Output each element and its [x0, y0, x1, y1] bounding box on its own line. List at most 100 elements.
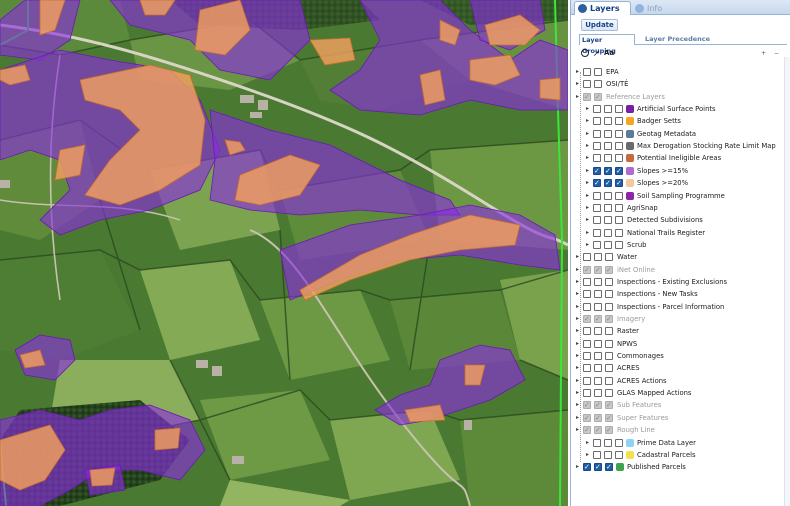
expander-icon[interactable]: ▸	[576, 353, 580, 359]
layer-row[interactable]: ▸ Inspections - Existing Exclusions	[571, 277, 786, 287]
layer-row[interactable]: ▸ GLAS Mapped Actions	[571, 388, 786, 398]
layer-row[interactable]: ▸ Prime Data Layer	[571, 438, 786, 448]
layer-checkbox[interactable]	[615, 228, 623, 237]
expander-icon[interactable]: ▸	[586, 241, 590, 247]
expander-icon[interactable]: ▸	[576, 291, 580, 297]
tab-layers[interactable]: Layers	[574, 1, 631, 15]
layer-checkbox[interactable]	[594, 364, 602, 373]
layer-checkbox[interactable]	[615, 216, 623, 225]
expander-icon[interactable]: ▸	[586, 451, 590, 457]
layer-row[interactable]: ▸ Commonages	[571, 351, 786, 361]
layer-checkbox[interactable]	[583, 339, 591, 348]
layer-checkbox[interactable]	[615, 178, 623, 188]
layer-checkbox[interactable]	[604, 438, 612, 447]
expander-icon[interactable]: ▸	[586, 229, 590, 235]
layer-checkbox[interactable]	[604, 117, 612, 126]
pointer-icon[interactable]: ➚	[593, 49, 600, 58]
layer-checkbox[interactable]	[594, 413, 602, 423]
layer-checkbox[interactable]	[594, 68, 602, 76]
layer-checkbox[interactable]	[604, 203, 612, 212]
layer-checkbox[interactable]	[604, 142, 612, 151]
layer-checkbox[interactable]	[593, 228, 601, 237]
layer-checkbox[interactable]	[594, 92, 602, 102]
expander-icon[interactable]: ▸	[576, 278, 580, 284]
layer-row[interactable]: ▸ Sub Features	[571, 400, 786, 410]
layer-checkbox[interactable]	[593, 216, 601, 225]
collapse-all-button[interactable]: −	[774, 49, 779, 58]
layer-checkbox[interactable]	[583, 413, 591, 423]
layer-row[interactable]: ▸ Inspections - New Tasks	[571, 289, 786, 299]
layer-checkbox[interactable]	[605, 327, 613, 336]
layer-checkbox[interactable]	[615, 166, 623, 176]
layer-checkbox[interactable]	[594, 277, 602, 286]
layer-row[interactable]: ▸ Slopes >=20%	[571, 178, 786, 188]
layer-checkbox[interactable]	[605, 425, 613, 435]
scrollbar[interactable]	[784, 57, 790, 506]
expander-icon[interactable]: ▸	[576, 365, 580, 371]
power-icon[interactable]	[581, 49, 589, 57]
layer-checkbox[interactable]	[615, 191, 623, 200]
layer-checkbox[interactable]	[605, 314, 613, 324]
layer-checkbox[interactable]	[583, 364, 591, 373]
expander-icon[interactable]: ▸	[576, 266, 580, 272]
layer-row[interactable]: ▸ Rough Line	[571, 425, 786, 435]
layer-checkbox[interactable]	[583, 92, 591, 102]
layer-checkbox[interactable]	[615, 117, 623, 126]
layer-checkbox[interactable]	[593, 166, 601, 176]
font-size-button[interactable]: Aa	[604, 49, 614, 58]
layer-checkbox[interactable]	[594, 352, 602, 361]
layer-checkbox[interactable]	[615, 142, 623, 151]
expander-icon[interactable]: ▸	[586, 106, 590, 112]
layer-checkbox[interactable]	[605, 253, 613, 262]
layer-checkbox[interactable]	[605, 302, 613, 311]
layer-row[interactable]: ▸ ACRES Actions	[571, 376, 786, 386]
layer-checkbox[interactable]	[594, 253, 602, 262]
layer-checkbox[interactable]	[593, 191, 601, 200]
layer-checkbox[interactable]	[583, 290, 591, 299]
layer-checkbox[interactable]	[605, 277, 613, 286]
layer-checkbox[interactable]	[583, 462, 591, 472]
layer-checkbox[interactable]	[604, 105, 612, 114]
expander-icon[interactable]: ▸	[586, 192, 590, 198]
layer-checkbox[interactable]	[604, 216, 612, 225]
expander-icon[interactable]: ▸	[576, 316, 580, 322]
layer-checkbox[interactable]	[605, 413, 613, 423]
layer-row[interactable]: ▸ Scrub	[571, 240, 786, 250]
layer-checkbox[interactable]	[583, 302, 591, 311]
layer-row[interactable]: ▸ National Trails Register	[571, 228, 786, 238]
layer-checkbox[interactable]	[593, 450, 601, 459]
expander-icon[interactable]: ▸	[586, 155, 590, 161]
layer-row[interactable]: ▸ Imagery	[571, 314, 786, 324]
layer-checkbox[interactable]	[593, 142, 601, 151]
expander-icon[interactable]: ▸	[586, 439, 590, 445]
layer-checkbox[interactable]	[615, 129, 623, 138]
layer-checkbox[interactable]	[583, 265, 591, 275]
expander-icon[interactable]: ▸	[576, 427, 580, 433]
tab-layer-precedence[interactable]: Layer Precedence	[645, 34, 710, 45]
layer-row[interactable]: ▸ Potential Ineligible Areas	[571, 153, 786, 163]
expander-icon[interactable]: ▸	[586, 217, 590, 223]
layer-checkbox[interactable]	[594, 425, 602, 435]
layer-checkbox[interactable]	[593, 438, 601, 447]
expander-icon[interactable]: ▸	[576, 81, 580, 87]
layer-row[interactable]: ▸ Cadastral Parcels	[571, 450, 786, 460]
layer-checkbox[interactable]	[605, 462, 613, 472]
layer-checkbox[interactable]	[594, 400, 602, 410]
layer-row[interactable]: ▸ Detected Subdivisions	[571, 215, 786, 225]
layer-checkbox[interactable]	[583, 376, 591, 385]
layer-row[interactable]: ▸ Artificial Surface Points	[571, 104, 786, 114]
expander-icon[interactable]: ▸	[576, 402, 580, 408]
layer-checkbox[interactable]	[583, 314, 591, 324]
expander-icon[interactable]: ▸	[576, 340, 580, 346]
layer-checkbox[interactable]	[605, 339, 613, 348]
layer-checkbox[interactable]	[594, 389, 602, 398]
layer-checkbox[interactable]	[615, 203, 623, 212]
layer-checkbox[interactable]	[604, 178, 612, 188]
layer-row[interactable]: ▸ Raster	[571, 326, 786, 336]
map-canvas[interactable]	[0, 0, 568, 506]
layer-row[interactable]: ▸ Water	[571, 252, 786, 262]
layer-checkbox[interactable]	[593, 129, 601, 138]
expander-icon[interactable]: ▸	[586, 204, 590, 210]
update-button[interactable]: Update	[581, 19, 618, 31]
expander-icon[interactable]: ▸	[576, 390, 580, 396]
